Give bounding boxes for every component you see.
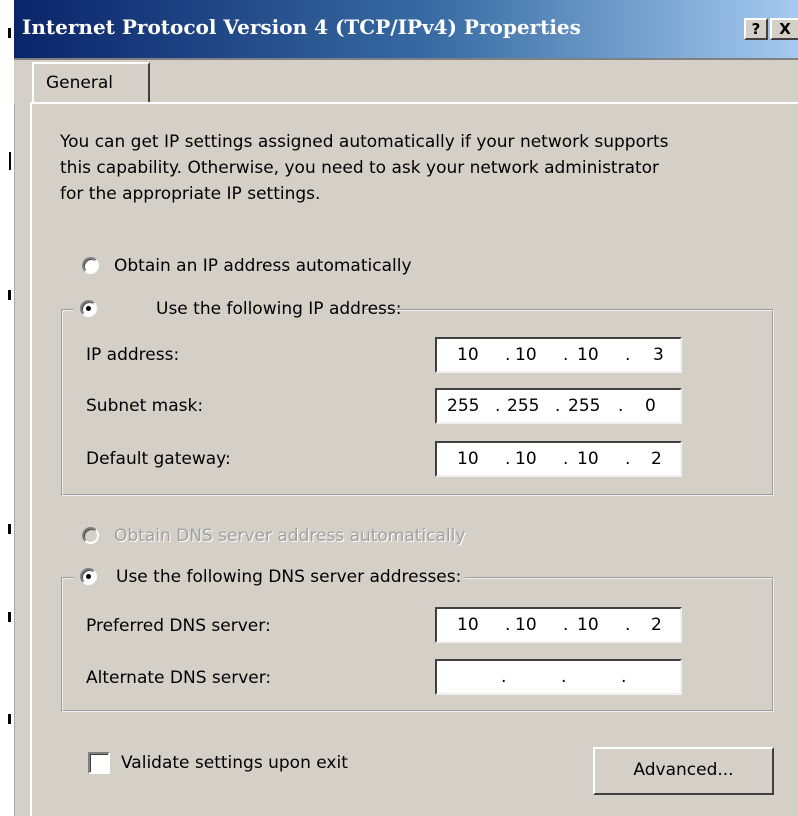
use-following-ip-radio[interactable] — [80, 300, 97, 317]
edge-mark — [8, 524, 11, 534]
edge-mark — [8, 714, 11, 724]
dns-group-legend: Use the following DNS server addresses: — [74, 564, 466, 590]
preferred-dns-label: Preferred DNS server: — [86, 616, 271, 636]
edge-mark — [8, 28, 11, 38]
ip-octet-separator: . — [495, 396, 501, 416]
validate-settings-label[interactable]: Validate settings upon exit — [121, 751, 348, 775]
subnet-mask-label: Subnet mask: — [86, 396, 204, 416]
alternate-dns-label: Alternate DNS server: — [86, 668, 272, 688]
edge-mark — [8, 290, 11, 300]
obtain-ip-auto-label[interactable]: Obtain an IP address automatically — [114, 254, 412, 278]
subnet-mask-input[interactable]: 255 . 255 . 255 . 0 — [435, 388, 682, 424]
use-following-ip-label[interactable]: Use the following IP address: — [156, 299, 401, 319]
ip-octet: 10 — [457, 449, 479, 469]
ip-octet-separator: . — [618, 396, 624, 416]
tab-strip: General — [14, 60, 798, 104]
edge-mark — [9, 152, 11, 170]
default-gateway-input[interactable]: 10 . 10 . 10 . 2 — [435, 441, 682, 477]
ip-octet: 10 — [577, 345, 599, 365]
ip-octet: 2 — [651, 449, 662, 469]
ip-address-label: IP address: — [86, 345, 180, 365]
ip-octet: 2 — [651, 615, 662, 635]
ip-octet-separator: . — [625, 449, 631, 469]
intro-line-3: for the appropriate IP settings. — [60, 184, 321, 204]
tab-general-label: General — [46, 73, 113, 93]
alternate-dns-input[interactable]: . . . — [435, 659, 682, 695]
tab-general[interactable]: General — [32, 62, 150, 104]
ip-octet: 10 — [577, 449, 599, 469]
edge-mark — [8, 612, 11, 622]
ip-octet: 255 — [568, 396, 601, 416]
ip-octet: 10 — [457, 615, 479, 635]
ip-octet: 0 — [645, 396, 656, 416]
background-window-edge — [0, 0, 15, 816]
intro-line-2: this capability. Otherwise, you need to … — [60, 158, 660, 178]
validate-settings-checkbox[interactable] — [88, 752, 110, 774]
advanced-button[interactable]: Advanced... — [593, 747, 774, 795]
ip-octet-separator: . — [555, 396, 561, 416]
obtain-dns-auto-label[interactable]: Obtain DNS server address automatically — [114, 524, 465, 548]
ip-octet-separator: . — [625, 345, 631, 365]
help-button[interactable]: ? — [744, 18, 768, 40]
ip-octet: 10 — [515, 449, 537, 469]
title-bar[interactable]: Internet Protocol Version 4 (TCP/IPv4) P… — [14, 0, 798, 60]
ip-octet: 255 — [507, 396, 540, 416]
ip-octet-separator: . — [563, 449, 569, 469]
obtain-dns-auto-radio[interactable] — [82, 527, 99, 544]
ip-octet-separator: . — [505, 615, 511, 635]
ip-octet-separator: . — [561, 667, 567, 687]
ip-octet: 3 — [653, 345, 664, 365]
default-gateway-label: Default gateway: — [86, 449, 231, 469]
ip-octet-separator: . — [505, 345, 511, 365]
ip-group-legend: Use the following IP address: — [74, 296, 401, 322]
ip-octet-separator: . — [563, 615, 569, 635]
ip-octet-separator: . — [563, 345, 569, 365]
ip-octet-separator: . — [501, 667, 507, 687]
ip-octet-separator: . — [505, 449, 511, 469]
intro-line-1: You can get IP settings assigned automat… — [60, 132, 669, 152]
ip-address-input[interactable]: 10 . 10 . 10 . 3 — [435, 337, 682, 373]
ip-octet: 10 — [457, 345, 479, 365]
ip-octet-separator: . — [625, 615, 631, 635]
use-following-dns-label[interactable]: Use the following DNS server addresses: — [116, 567, 461, 587]
ip-octet: 10 — [515, 345, 537, 365]
obtain-ip-auto-radio[interactable] — [82, 257, 99, 274]
ip-octet-separator: . — [621, 667, 627, 687]
ip-octet: 10 — [577, 615, 599, 635]
ip-octet: 255 — [447, 396, 480, 416]
preferred-dns-input[interactable]: 10 . 10 . 10 . 2 — [435, 607, 682, 643]
use-following-dns-radio[interactable] — [80, 568, 97, 585]
ip-octet: 10 — [515, 615, 537, 635]
window-title: Internet Protocol Version 4 (TCP/IPv4) P… — [22, 15, 581, 39]
close-button[interactable]: X — [770, 18, 798, 40]
